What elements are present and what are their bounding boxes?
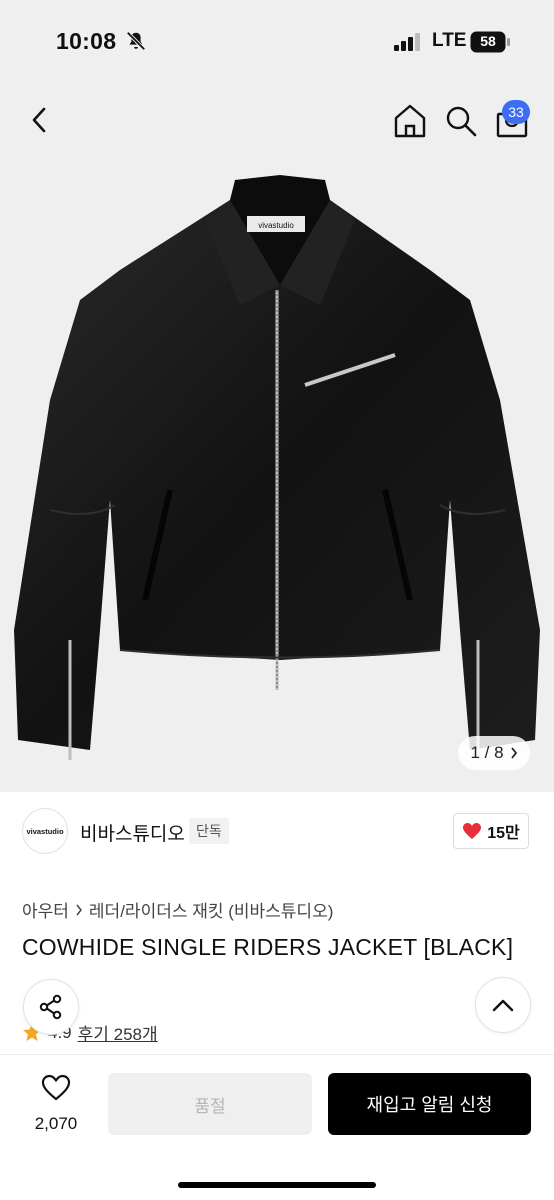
image-counter[interactable]: 1 / 8 — [458, 736, 530, 770]
review-count-link[interactable]: 후기 258개 — [78, 1020, 158, 1045]
jacket-image: vivastudio — [14, 175, 540, 760]
status-bar: 10:08 LTE 58 — [0, 0, 554, 80]
bell-off-icon — [126, 31, 146, 51]
restock-alert-button[interactable]: 재입고 알림 신청 — [328, 1073, 531, 1135]
chevron-left-icon — [32, 107, 46, 133]
like-count: 15만 — [487, 825, 520, 842]
jacket-label-text: vivastudio — [258, 221, 294, 230]
product-image-gallery[interactable]: vivastudio — [0, 160, 554, 792]
home-indicator — [178, 1182, 376, 1188]
breadcrumb-category[interactable]: 아우터 — [22, 897, 69, 922]
image-counter-text: 1 / 8 — [470, 743, 504, 762]
battery-level: 58 — [480, 33, 496, 49]
share-button[interactable] — [23, 979, 79, 1035]
brand-logo-text: vivastudio — [26, 826, 64, 836]
soldout-button: 품절 — [108, 1073, 312, 1135]
like-button[interactable]: 15만 — [453, 813, 529, 849]
chevron-right-icon — [76, 904, 82, 915]
top-nav — [0, 80, 554, 160]
cell-signal-icon — [394, 33, 420, 51]
back-button[interactable] — [22, 102, 58, 138]
network-type: LTE — [432, 30, 467, 51]
chevron-up-icon — [492, 999, 514, 1012]
heart-outline-icon — [41, 1074, 71, 1101]
breadcrumb-subcategory[interactable]: 레더/라이더스 재킷 (비바스튜디오) — [89, 897, 333, 922]
cart-count-badge: 33 — [502, 100, 530, 124]
battery-icon: 58 — [470, 31, 512, 53]
status-time: 10:08 — [56, 28, 117, 54]
wish-count: 2,070 — [34, 1114, 78, 1133]
product-title: COWHIDE SINGLE RIDERS JACKET [BLACK] — [22, 934, 514, 960]
chevron-right-icon — [510, 747, 517, 759]
search-icon[interactable] — [443, 102, 479, 140]
wishlist-button[interactable]: 2,070 — [22, 1074, 90, 1134]
brand-logo[interactable]: vivastudio — [22, 808, 68, 854]
heart-filled-icon — [463, 823, 482, 839]
exclusive-badge: 단독 — [189, 818, 229, 844]
brand-name[interactable]: 비바스튜디오 — [80, 819, 185, 846]
share-icon — [39, 994, 62, 1020]
scroll-to-top-button[interactable] — [475, 977, 531, 1033]
breadcrumb: 아우터 레더/라이더스 재킷 (비바스튜디오) — [22, 897, 333, 922]
home-icon[interactable] — [392, 102, 428, 140]
